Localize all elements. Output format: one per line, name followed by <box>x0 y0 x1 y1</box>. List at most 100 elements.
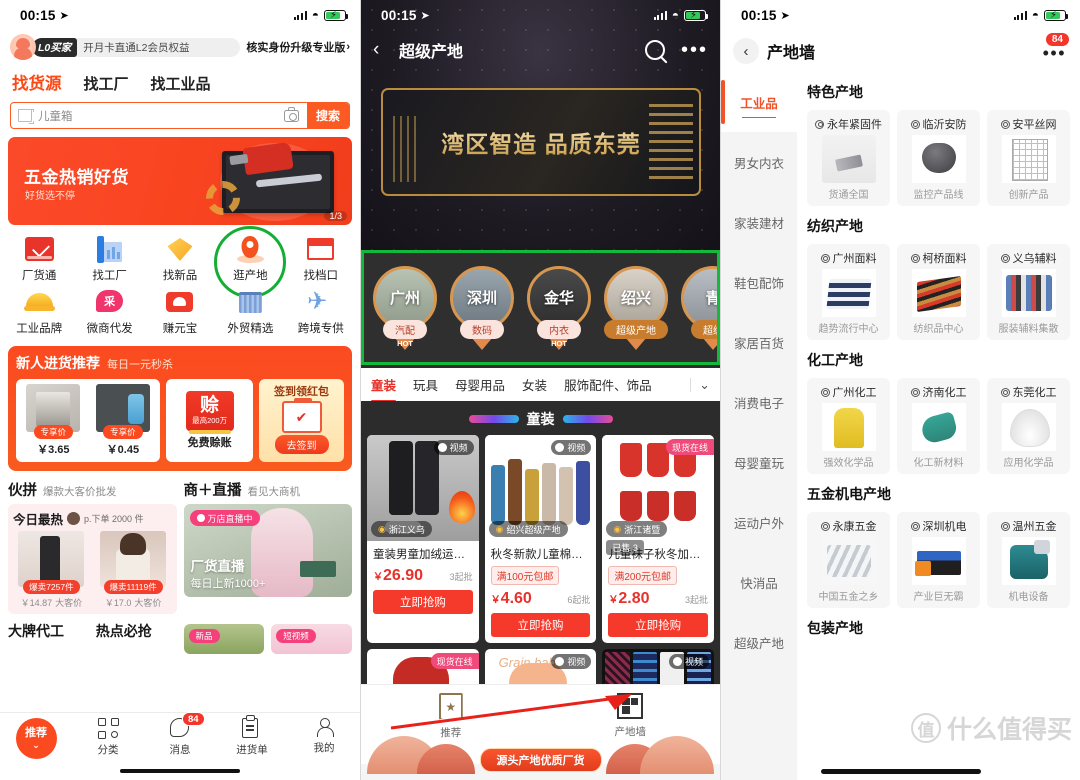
product-card[interactable]: 视频 ◉ 绍兴超级产地 秋冬新款儿童棉袜... 满100元包邮 ￥4.60 6起批… <box>484 435 597 643</box>
origin-card[interactable]: 广州化工 强效化学品 <box>807 378 890 474</box>
back-chevron-icon[interactable]: ‹ <box>733 38 759 64</box>
city-chip[interactable]: 金华 内衣 HOT <box>525 265 593 350</box>
promo-product[interactable]: 专享价 ￥3.65 <box>21 384 86 457</box>
origin-card[interactable]: 义乌辅料 服装辅料集散 <box>987 244 1070 340</box>
sidebar-item-sports-outdoor[interactable]: 运动户外 <box>721 492 797 552</box>
grid-item-cross-border[interactable]: ✈ 跨境专供 <box>286 288 356 336</box>
origin-card[interactable]: 永康五金 中国五金之乡 <box>807 512 890 608</box>
grid-item-industrial-brands[interactable]: 工业品牌 <box>4 288 74 336</box>
grid-label: 逛产地 <box>233 270 268 282</box>
product-card[interactable]: 视频 ◉ 浙江义乌 童装男童加绒运动... ￥26.90 3起批 立即抢购 <box>367 435 479 643</box>
more-dots-icon[interactable]: ••• <box>681 40 708 60</box>
origin-card-image <box>911 403 966 451</box>
live-stream-card[interactable]: 万店直播中 厂货直播 每日上新1000+ <box>183 504 352 597</box>
teaser-shortvideo[interactable]: 短视频 <box>271 621 352 654</box>
sidebar-item-household[interactable]: 家居百货 <box>721 312 797 372</box>
buy-now-button[interactable]: 立即抢购 <box>373 590 473 614</box>
grid-item-browse-origins[interactable]: 逛产地 <box>214 226 287 298</box>
teaser-hotspot[interactable]: 热点必抢 <box>96 621 177 654</box>
member-level-chip[interactable]: L0买家 开月卡直通L2会员权益 <box>32 37 241 57</box>
tab-toys[interactable]: 玩具 <box>413 375 438 394</box>
grid-item-factory-pass[interactable]: 厂货通 <box>4 235 74 283</box>
city-chip[interactable]: 深圳 数码 <box>448 265 516 350</box>
origin-card[interactable]: 济南化工 化工新材料 <box>897 378 980 474</box>
scan-icon[interactable] <box>18 109 32 122</box>
origin-card[interactable]: 温州五金 机电设备 <box>987 512 1070 608</box>
tab-maternal[interactable]: 母婴用品 <box>455 375 505 394</box>
origin-card[interactable]: 深圳机电 产业巨无霸 <box>897 512 980 608</box>
origin-card[interactable]: 柯桥面料 纺织品中心 <box>897 244 980 340</box>
search-input[interactable]: 儿童箱 <box>38 108 284 124</box>
origin-card[interactable]: 临沂安防 监控产品线 <box>897 110 980 206</box>
sidebar-item-shoes-bags[interactable]: 鞋包配饰 <box>721 252 797 312</box>
wifi-icon: ◓ <box>311 8 319 22</box>
signin-card[interactable]: 签到领红包 ✔ 去签到 <box>259 379 344 462</box>
tab-find-source[interactable]: 找货源 <box>12 70 62 94</box>
city-chip[interactable]: 绍兴 超级产地 <box>602 265 670 350</box>
hardware-promo-banner[interactable]: 五金热销好货 好货选不停 1/3 <box>8 137 352 225</box>
key-visual-banner[interactable]: 湾区智造 品质东莞 <box>381 88 701 196</box>
origin-card[interactable]: 安平丝网 创新产品 <box>987 110 1070 206</box>
chevron-down-icon[interactable]: ⌄ <box>699 377 710 393</box>
origin-card[interactable]: 东莞化工 应用化学品 <box>987 378 1070 474</box>
tab-find-industrial[interactable]: 找工业品 <box>151 73 211 94</box>
product-price: ￥17.0 大客价 <box>105 596 161 609</box>
upgrade-link[interactable]: 核实身份升级专业版 › <box>246 39 350 55</box>
search-bar[interactable]: 儿童箱 搜索 <box>10 102 350 129</box>
sidebar-item-maternal-toys[interactable]: 母婴童玩 <box>721 432 797 492</box>
grid-item-new-products[interactable]: 找新品 <box>145 235 215 283</box>
teaser-new[interactable]: 新品 <box>183 621 265 654</box>
sidebar-item-underwear[interactable]: 男女内衣 <box>721 132 797 192</box>
tab-accessories[interactable]: 服饰配件、饰品 <box>564 375 652 394</box>
back-chevron-icon[interactable]: ‹ <box>373 39 399 61</box>
hot-product[interactable]: 爆卖7257件 ￥14.87 大客价 <box>13 531 90 609</box>
nav-profile[interactable]: 我的 <box>288 718 360 755</box>
product-card[interactable]: 现货在线 ◉ 浙江诸暨 已售 3 儿童袜子秋冬加厚... 满200元包邮 ￥2.8… <box>602 435 715 643</box>
hot-product[interactable]: 爆卖11119件 ￥17.0 大客价 <box>95 531 172 609</box>
grid-item-earn-ingot[interactable]: 赚元宝 <box>145 288 215 336</box>
member-bar[interactable]: L0买家 开月卡直通L2会员权益 核实身份升级专业版 › <box>0 30 360 66</box>
search-icon[interactable] <box>644 40 665 60</box>
promo-product[interactable]: 专享价 ￥0.45 <box>91 384 156 457</box>
wing-decoration-icon <box>562 415 613 423</box>
hottest-today-card[interactable]: 今日最热 p.下单 2000 件 爆卖7257件 ￥14.87 大客价 爆卖11… <box>8 504 177 614</box>
search-button[interactable]: 搜索 <box>306 103 349 128</box>
origin-card[interactable]: 广州面料 趋势流行中心 <box>807 244 890 340</box>
section-heading: 纺织产地 <box>807 218 863 234</box>
signin-button[interactable]: 去签到 <box>274 435 329 454</box>
more-dots-icon[interactable]: ••• <box>1043 44 1066 62</box>
message-badge: 84 <box>182 712 205 726</box>
buy-now-button[interactable]: 立即抢购 <box>608 613 709 637</box>
teaser-oem[interactable]: 大牌代工 <box>8 621 89 654</box>
avatar[interactable] <box>10 34 36 60</box>
tab-womenswear[interactable]: 女装 <box>522 375 547 394</box>
origin-card-title: 广州化工 <box>820 384 877 400</box>
tabs-expand[interactable]: ⌄ <box>690 377 710 393</box>
camera-icon[interactable] <box>283 107 299 122</box>
banner-index: 1/3 <box>324 211 347 221</box>
sidebar-item-industrial[interactable]: 工业品 <box>721 72 797 132</box>
nav-order-list[interactable]: 进货单 <box>216 715 288 757</box>
origin-card-sub: 化工新材料 <box>913 458 964 469</box>
buy-now-button[interactable]: 立即抢购 <box>490 613 591 637</box>
grid-item-find-stall[interactable]: 找档口 <box>286 235 356 283</box>
grid-item-dropshipping[interactable]: 采 微商代发 <box>74 288 144 336</box>
nav-recommend[interactable]: 推荐 ⌄ <box>0 718 72 759</box>
sidebar-item-fmcg[interactable]: 快消品 <box>721 552 797 612</box>
tab-find-factory[interactable]: 找工厂 <box>84 73 129 94</box>
sidebar-item-super-origin[interactable]: 超级产地 <box>721 612 797 672</box>
sidebar-item-home-materials[interactable]: 家装建材 <box>721 192 797 252</box>
city-chip[interactable]: 广州 汽配 HOT <box>371 265 439 350</box>
sidebar-item-electronics[interactable]: 消费电子 <box>721 372 797 432</box>
grid-item-export-select[interactable]: 外贸精选 <box>215 288 285 336</box>
recommend-fab-icon[interactable]: 推荐 ⌄ <box>15 718 57 759</box>
checkin-clipboard-icon: ✔ <box>281 398 322 433</box>
tab-kidswear[interactable]: 童装 <box>371 375 397 402</box>
grid-item-find-factory[interactable]: 找工厂 <box>74 235 144 283</box>
nav-message[interactable]: 84 消息 <box>144 712 216 757</box>
nav-category[interactable]: 分类 <box>72 718 144 757</box>
promo-products-card[interactable]: 专享价 ￥3.65 专享价 ￥0.45 <box>16 379 161 462</box>
credit-card-entry[interactable]: 赊 最高200万 免费赊账 <box>166 379 254 462</box>
origin-card[interactable]: 永年紧固件 货通全国 <box>807 110 890 206</box>
city-chip[interactable]: 青 超级 <box>679 265 717 350</box>
